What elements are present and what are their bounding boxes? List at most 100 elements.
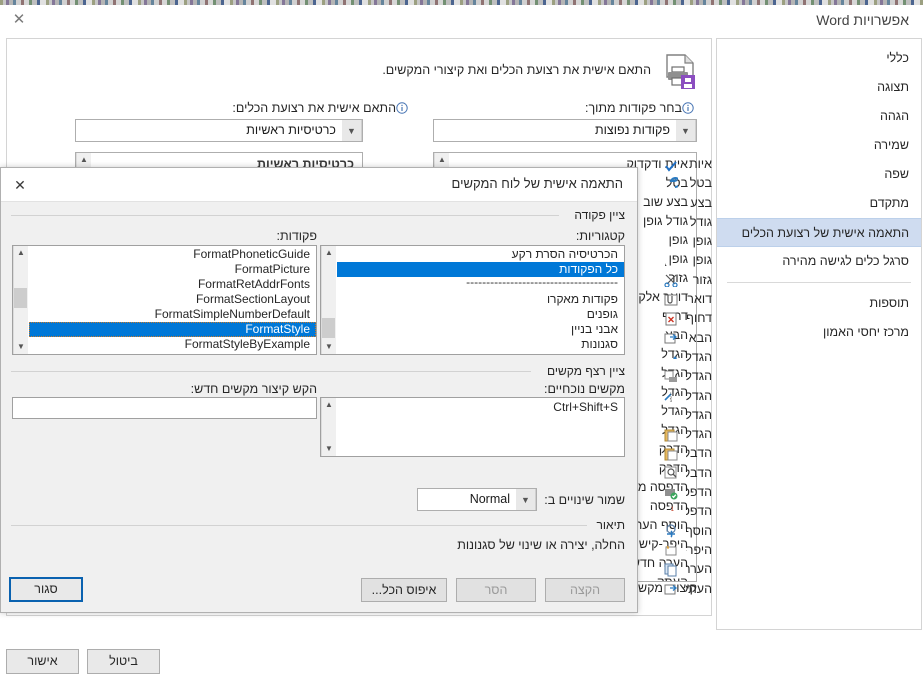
info-icon[interactable] (682, 102, 694, 114)
command-row[interactable]: FormatSimpleNumberDefault (29, 307, 316, 322)
chevron-down-icon[interactable]: ▼ (516, 489, 536, 510)
sidebar-item-general[interactable]: כללי (717, 44, 921, 73)
paste-icon (656, 425, 686, 444)
commands-label-text: פקודות: (276, 229, 317, 243)
sidebar-item-display[interactable]: תצוגה (717, 73, 921, 102)
copy-icon (656, 560, 686, 579)
category-row[interactable]: פקודות מאקרו (337, 292, 624, 307)
current-key-row[interactable]: Ctrl+Shift+S (337, 400, 624, 415)
hidden-row-label: הגדל (686, 427, 712, 442)
category-row[interactable]: כל הפקודות (337, 262, 624, 277)
group-label-specify-keys: ציין רצף מקשים (547, 364, 625, 378)
choose-commands-value: פקודות נפוצות (595, 123, 670, 137)
category-row[interactable]: -------------------------------------- (337, 277, 624, 292)
new-shortcut-value (13, 398, 316, 418)
category-row[interactable]: אבני בניין (337, 322, 624, 337)
scroll-up-icon[interactable]: ▲ (325, 246, 333, 260)
assign-button[interactable]: הקצה (545, 578, 625, 602)
choose-commands-combo[interactable]: פקודות נפוצות ▼ (433, 119, 697, 142)
blank-icon (656, 406, 686, 425)
categories-listbox[interactable]: ▲ ▼ הכרטיסיה הסרת רקע כל הפקודות ---------… (320, 245, 625, 355)
undo-icon (656, 174, 686, 193)
choose-commands-label-text: בחר פקודות מתוך: (584, 101, 682, 115)
scrollbar-thumb[interactable] (14, 288, 27, 308)
sidebar-item-quick-access-toolbar[interactable]: סרגל כלים לגישה מהירה (717, 247, 921, 276)
sidebar-item-advanced[interactable]: מתקדם (717, 189, 921, 218)
category-row[interactable]: סגנונות (337, 337, 624, 352)
current-keys-listbox[interactable]: ▲ ▼ Ctrl+Shift+S (320, 397, 625, 457)
cancel-button[interactable]: ביטול (87, 649, 160, 674)
hidden-row-label: הערה חדשה (686, 562, 712, 577)
quick-print-icon (656, 483, 686, 502)
close-icon[interactable]: ✕ (8, 10, 30, 30)
hidden-row-label: הדבק (686, 465, 712, 480)
footnote-icon: AB1 (656, 502, 686, 521)
scroll-up-icon[interactable]: ▲ (325, 398, 333, 412)
save-in-combo[interactable]: Normal ▼ (417, 488, 537, 511)
hidden-row-label: הבא (688, 330, 712, 345)
scrollbar-thumb[interactable] (322, 318, 335, 338)
sidebar-divider (727, 282, 911, 283)
spelling-grammar-icon: ABC (656, 155, 686, 174)
pane-heading-area: התאם אישית את רצועת הכלים ואת קיצורי המק… (37, 53, 697, 91)
category-row[interactable]: גופנים (337, 307, 624, 322)
reset-all-button[interactable]: איפוס הכל... (361, 578, 447, 602)
customize-ribbon-value: כרטיסיות ראשיות (246, 123, 336, 137)
command-row[interactable]: FormatSectionLayout (29, 292, 316, 307)
keyboard-dialog-titlebar: ✕ התאמה אישית של לוח המקשים (1, 168, 637, 202)
scroll-up-icon[interactable]: ▲ (438, 153, 446, 167)
hidden-row-label: גופן (692, 234, 712, 249)
command-row[interactable]: FormatStyleByExample (29, 337, 316, 352)
customize-ribbon-label-text: התאם אישית את רצועת הכלים: (232, 101, 396, 115)
scroll-down-icon[interactable]: ▼ (325, 340, 333, 354)
chevron-down-icon[interactable]: ▼ (342, 120, 362, 141)
chevron-down-icon[interactable]: ▼ (676, 120, 696, 141)
categories-label-text: קטגוריות: (575, 229, 625, 243)
commands-listbox[interactable]: ▲ ▼ FormatPhoneticGuide FormatPicture Form… (12, 245, 317, 355)
close-icon[interactable]: ✕ (9, 175, 31, 195)
keyboard-dialog-title: התאמה אישית של לוח המקשים (451, 176, 623, 191)
hidden-row-label: הגדל (686, 407, 712, 422)
scroll-up-icon[interactable]: ▲ (17, 246, 25, 260)
category-row[interactable]: הכרטיסיה הסרת רקע (337, 247, 624, 262)
save-in-label: שמור שינויים ב: (544, 493, 625, 507)
customize-ribbon-combo[interactable]: כרטיסיות ראשיות ▼ (75, 119, 363, 142)
window-title: אפשרויות Word (816, 12, 909, 28)
hidden-row-label: בצע שוב (686, 195, 712, 210)
current-keys-label-text: מקשים נוכחיים: (543, 382, 625, 396)
hidden-row-label: הדפסה מהירה (686, 485, 712, 500)
current-keys-scrollbar[interactable]: ▲ ▼ (321, 398, 336, 456)
sidebar-item-language[interactable]: שפה (717, 160, 921, 189)
hyperlink-icon (656, 522, 686, 541)
sidebar-item-addins[interactable]: תוספות (717, 289, 921, 318)
save-in-label-text: שמור שינויים ב: (544, 493, 625, 507)
close-button[interactable]: סגור (9, 577, 83, 602)
svg-text:A: A (665, 255, 667, 268)
save-in-value: Normal (469, 492, 510, 506)
command-row[interactable]: FormatStyle (29, 322, 316, 337)
group-label-specify-command: ציין פקודה (574, 208, 625, 222)
command-row[interactable]: FormatStyleGallery (29, 352, 316, 354)
hidden-row-label: הגדל (686, 388, 712, 403)
paste-special-icon (656, 444, 686, 463)
hidden-row-label: הוסף הערת שוליים (686, 523, 712, 538)
command-row[interactable]: FormatPhoneticGuide (29, 247, 316, 262)
scroll-down-icon[interactable]: ▼ (325, 442, 333, 456)
ok-button[interactable]: אישור (6, 649, 79, 674)
group-divider (11, 371, 531, 372)
new-shortcut-input[interactable] (12, 397, 317, 419)
command-row[interactable]: FormatPicture (29, 262, 316, 277)
group-label-description: תיאור (596, 518, 625, 532)
sidebar-item-proofing[interactable]: הגהה (717, 102, 921, 131)
command-row[interactable]: FormatRetAddrFonts (29, 277, 316, 292)
sidebar-item-trust-center[interactable]: מרכז יחסי האמון (717, 318, 921, 347)
next-page-icon (656, 329, 686, 348)
remove-button[interactable]: הסר (456, 578, 536, 602)
word-options-titlebar: ✕ אפשרויות Word (0, 5, 923, 34)
scroll-down-icon[interactable]: ▼ (17, 340, 25, 354)
sidebar-item-customize-ribbon[interactable]: התאמה אישית של רצועת הכלים (717, 218, 921, 247)
sidebar-item-save[interactable]: שמירה (717, 131, 921, 160)
scroll-up-icon[interactable]: ▲ (80, 153, 88, 167)
info-icon[interactable] (396, 102, 408, 114)
category-row[interactable]: סימנים נפוצים (337, 352, 624, 354)
